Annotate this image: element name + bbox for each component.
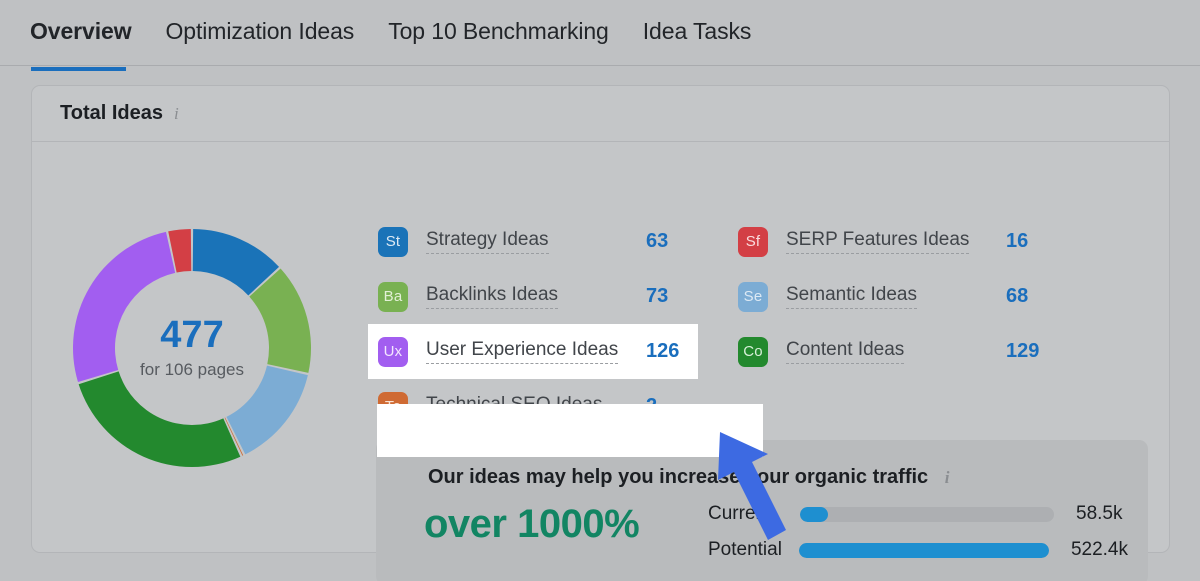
legend-label-link[interactable]: User Experience Ideas (426, 339, 619, 364)
tab-bar: Overview Optimization Ideas Top 10 Benchma… (0, 0, 1200, 71)
legend-label-link[interactable]: Content Ideas (786, 339, 905, 364)
donut-svg (72, 229, 311, 467)
page-root: Overview Optimization Ideas Top 10 Benchma… (0, 0, 1200, 581)
donut-slice[interactable] (72, 231, 176, 383)
tab-list: Overview Optimization Ideas Top 10 Benchma… (30, 18, 785, 71)
traffic-bar-row: Potential 522.4k (708, 532, 1128, 568)
legend-value: 63 (646, 230, 669, 252)
legend-value: 73 (646, 285, 669, 307)
traffic-headline: over 1000% (424, 502, 640, 546)
donut-slice[interactable] (78, 371, 241, 467)
legend-label-link[interactable]: Semantic Ideas (786, 284, 917, 309)
legend-badge-icon: St (378, 226, 408, 257)
legend-column-left: St Strategy Ideas 63 Ba Backlinks Ideas 73 Ux U… (368, 214, 698, 434)
traffic-bar-label: Current (708, 503, 772, 524)
legend-column-right: Sf SERP Features Ideas 16 Se Semantic Ideas 6… (728, 214, 1068, 379)
traffic-bar-value: 522.4k (1070, 539, 1128, 560)
legend-badge-icon: Ux (378, 336, 408, 367)
legend-row[interactable]: Sf SERP Features Ideas 16 (728, 214, 1068, 269)
traffic-bar-value: 58.5k (1076, 503, 1123, 524)
legend-badge-icon: Co (738, 336, 768, 367)
traffic-bar-fill (800, 506, 828, 522)
traffic-bar-label: Potential (708, 539, 782, 560)
legend-label-link[interactable]: Backlinks Ideas (426, 284, 559, 309)
highlight-band (377, 404, 763, 457)
traffic-title-text: Our ideas may help you increase your org… (428, 466, 929, 488)
tab-bar-divider (0, 65, 1200, 66)
legend-row[interactable]: St Strategy Ideas 63 (368, 214, 698, 269)
legend-value: 129 (1006, 340, 1040, 362)
traffic-bar-fill (798, 542, 1049, 558)
traffic-info-icon[interactable]: i (945, 468, 950, 488)
legend-badge-icon: Ba (378, 281, 408, 312)
legend-badge-icon: Se (738, 281, 768, 312)
legend-label-link[interactable]: SERP Features Ideas (786, 229, 970, 254)
legend-value: 68 (1006, 285, 1029, 307)
tab-top-10-benchmarking[interactable]: Top 10 Benchmarking (388, 18, 609, 71)
ideas-donut-chart: 477 for 106 pages (67, 223, 317, 473)
legend-row[interactable]: Ba Backlinks Ideas 73 (368, 269, 698, 324)
page-title: Total Ideas (60, 102, 163, 124)
donut-slice[interactable] (226, 365, 308, 455)
tab-idea-tasks[interactable]: Idea Tasks (643, 18, 752, 71)
card-header: Total Ideas i (32, 86, 1169, 142)
traffic-bar-track (800, 506, 1054, 522)
tab-optimization-ideas[interactable]: Optimization Ideas (166, 18, 355, 71)
legend-badge-icon: Sf (738, 226, 768, 257)
traffic-bar-row: Current 58.5k (708, 496, 1128, 532)
traffic-bars: Current 58.5k Potential 522.4k (708, 496, 1128, 568)
legend-row[interactable]: Se Semantic Ideas 68 (728, 269, 1068, 324)
traffic-panel-title: Our ideas may help you increase your org… (428, 466, 949, 489)
card-body: 477 for 106 pages St Strategy Ideas 63 Ba Ba… (32, 142, 1169, 581)
organic-traffic-panel: Our ideas may help you increase your org… (376, 440, 1148, 581)
tab-overview[interactable]: Overview (30, 18, 132, 71)
legend-label-link[interactable]: Strategy Ideas (426, 229, 549, 254)
legend-value: 126 (646, 340, 680, 362)
total-ideas-card: Total Ideas i 477 for 106 pages St Strate… (31, 85, 1170, 581)
legend-value: 16 (1006, 230, 1029, 252)
legend-row[interactable]: Co Content Ideas 129 (728, 324, 1068, 379)
legend-row[interactable]: Ux User Experience Ideas 126 (368, 324, 698, 379)
info-icon[interactable]: i (174, 104, 179, 124)
traffic-bar-track (798, 542, 1049, 558)
